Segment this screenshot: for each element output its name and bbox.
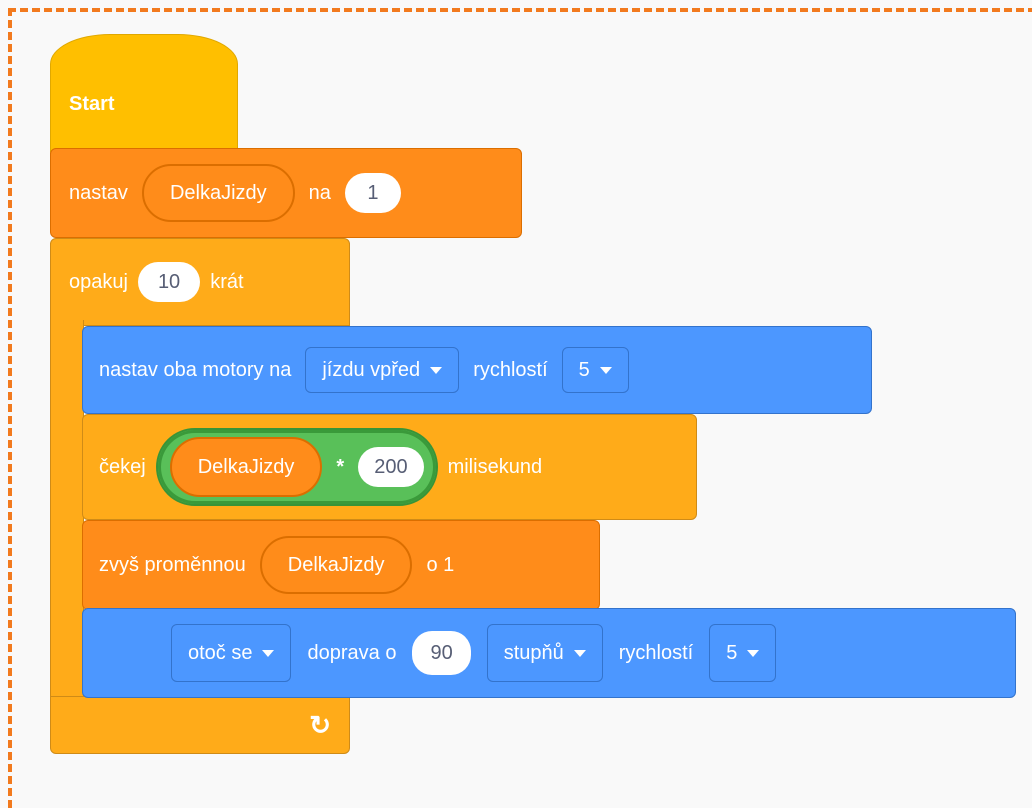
turn-speed-dropdown[interactable]: 5: [709, 624, 777, 682]
chevron-down-icon: [747, 649, 760, 657]
wait-label: čekej: [99, 455, 146, 478]
multiply-operator: *: [336, 455, 345, 478]
motor-direction-value: jízdu vpřed: [322, 358, 421, 381]
wait-unit: milisekund: [447, 455, 543, 478]
repeat-count-input[interactable]: 10: [137, 262, 201, 302]
start-block[interactable]: Start: [50, 34, 238, 156]
variable-pill[interactable]: DelkaJizdy: [141, 164, 295, 222]
turn-speed-value: 5: [726, 641, 738, 664]
repeat-block[interactable]: opakuj 10 krát: [50, 238, 350, 326]
turn-speed-label: rychlostí: [618, 641, 694, 664]
chevron-down-icon: [262, 649, 275, 657]
chevron-down-icon: [573, 649, 586, 657]
loop-arrow-icon: ↻: [309, 709, 331, 740]
multiply-operator-block[interactable]: DelkaJizdy * 200: [155, 428, 438, 506]
turn-direction-label: doprava o: [307, 641, 397, 664]
set-value-input[interactable]: 1: [344, 173, 401, 213]
chevron-down-icon: [430, 366, 443, 374]
repeat-label: opakuj: [69, 270, 128, 293]
repeat-footer[interactable]: ↻: [50, 696, 350, 754]
motor-speed-dropdown[interactable]: 5: [561, 347, 629, 393]
set-label: nastav: [69, 181, 128, 204]
turn-unit-dropdown[interactable]: stupňů: [486, 624, 603, 682]
motor-direction-dropdown[interactable]: jízdu vpřed: [305, 347, 460, 393]
change-variable-block[interactable]: zvyš proměnnou DelkaJizdy o 1: [82, 520, 600, 610]
repeat-spine: [50, 320, 84, 700]
motors-label: nastav oba motory na: [99, 358, 292, 381]
increase-by-label: o 1: [426, 553, 455, 576]
variable-pill[interactable]: DelkaJizdy: [169, 437, 323, 497]
wait-block[interactable]: čekej DelkaJizdy * 200 milisekund: [82, 414, 697, 520]
turn-amount-input[interactable]: 90: [412, 631, 471, 675]
turn-block[interactable]: otoč se doprava o 90 stupňů rychlostí 5: [82, 608, 1016, 698]
set-to-label: na: [308, 181, 331, 204]
motors-speed-label: rychlostí: [473, 358, 548, 381]
variable-pill[interactable]: DelkaJizdy: [259, 536, 413, 594]
repeat-suffix: krát: [210, 270, 244, 293]
increase-label: zvyš proměnnou: [99, 553, 246, 576]
set-motors-block[interactable]: nastav oba motory na jízdu vpřed rychlos…: [82, 326, 872, 414]
turn-unit-value: stupňů: [503, 641, 564, 664]
set-variable-block[interactable]: nastav DelkaJizdy na 1: [50, 148, 522, 238]
multiply-operand-input[interactable]: 200: [358, 447, 424, 487]
start-label: Start: [69, 93, 115, 115]
motor-speed-value: 5: [578, 358, 590, 381]
chevron-down-icon: [599, 366, 612, 374]
turn-action-value: otoč se: [188, 641, 253, 664]
turn-action-dropdown[interactable]: otoč se: [171, 624, 292, 682]
